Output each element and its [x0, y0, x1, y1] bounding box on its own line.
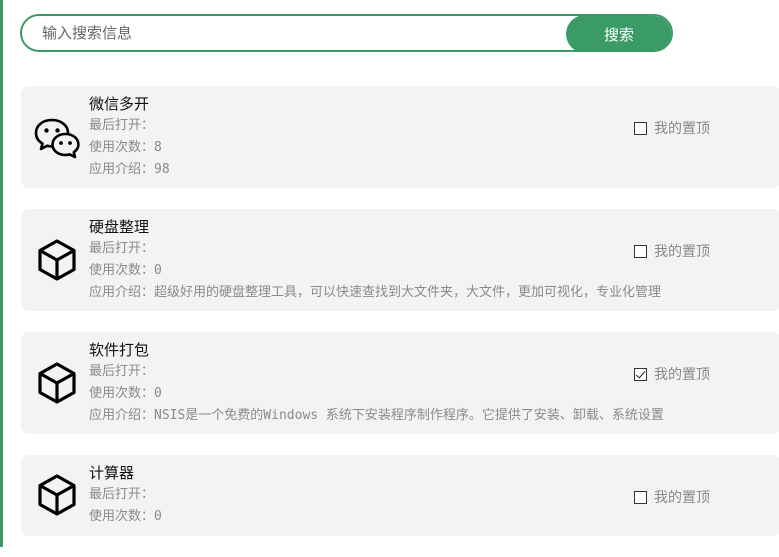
- app-name: 微信多开: [89, 95, 150, 113]
- pin-label: 我的置顶: [654, 490, 710, 506]
- pin-label: 我的置顶: [654, 367, 710, 383]
- app-card-software-packager[interactable]: 软件打包 最后打开： 使用次数：0 应用介绍：NSIS是一个免费的Windows…: [21, 332, 779, 434]
- checkbox-icon[interactable]: [634, 490, 647, 504]
- checkbox-icon[interactable]: [634, 121, 647, 135]
- app-usage-count: 使用次数：8: [89, 140, 162, 155]
- checkbox-checked-icon[interactable]: [634, 367, 647, 381]
- search-bar: 搜索: [20, 14, 673, 52]
- pin-to-top-checkbox[interactable]: 我的置顶: [634, 487, 710, 507]
- app-name: 软件打包: [89, 341, 150, 359]
- search-input[interactable]: [22, 16, 567, 50]
- app-name: 计算器: [89, 464, 135, 482]
- app-card-disk-cleanup[interactable]: 硬盘整理 最后打开： 使用次数：0 应用介绍：超级好用的硬盘整理工具，可以快速查…: [21, 209, 779, 311]
- app-card-wechat-multi[interactable]: 微信多开 最后打开： 使用次数：8 应用介绍：98 我的置顶: [21, 86, 779, 188]
- left-accent-bar: [0, 0, 3, 547]
- app-intro: 应用介绍：98: [89, 162, 170, 177]
- pin-to-top-checkbox[interactable]: 我的置顶: [634, 364, 710, 384]
- pin-to-top-checkbox[interactable]: 我的置顶: [634, 118, 710, 138]
- app-intro: 应用介绍：超级好用的硬盘整理工具，可以快速查找到大文件夹，大文件，更加可视化，专…: [89, 285, 662, 300]
- cube-icon: [33, 471, 81, 519]
- cube-icon: [33, 236, 81, 284]
- pin-label: 我的置顶: [654, 121, 710, 137]
- app-usage-count: 使用次数：0: [89, 263, 162, 278]
- app-intro: 应用介绍：NSIS是一个免费的Windows 系统下安装程序制作程序。它提供了安…: [89, 408, 664, 423]
- wechat-icon: [33, 113, 81, 161]
- pin-label: 我的置顶: [654, 244, 710, 260]
- app-usage-count: 使用次数：0: [89, 386, 162, 401]
- pin-to-top-checkbox[interactable]: 我的置顶: [634, 241, 710, 261]
- cube-icon: [33, 359, 81, 407]
- app-name: 硬盘整理: [89, 218, 150, 236]
- app-usage-count: 使用次数：0: [89, 509, 162, 524]
- search-button[interactable]: 搜索: [566, 16, 671, 50]
- app-card-calculator[interactable]: 计算器 最后打开： 使用次数：0 我的置顶: [21, 455, 779, 536]
- app-list: 微信多开 最后打开： 使用次数：8 应用介绍：98 我的置顶 硬盘整理 最后打开…: [21, 86, 779, 557]
- checkbox-icon[interactable]: [634, 244, 647, 258]
